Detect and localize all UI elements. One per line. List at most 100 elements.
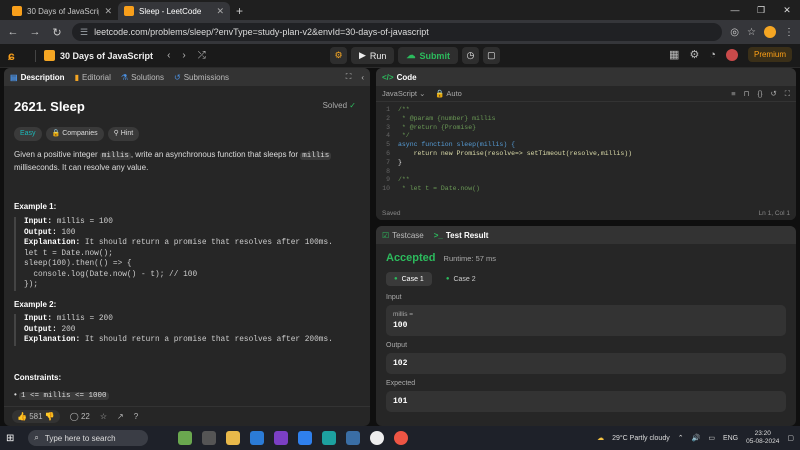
store-icon[interactable] <box>250 431 265 445</box>
submit-label: Submit <box>419 50 450 61</box>
file-explorer-icon[interactable] <box>226 431 241 445</box>
edge-icon[interactable] <box>322 431 337 445</box>
lightbulb-icon: ⚲ <box>113 129 119 137</box>
browser-tab-active[interactable]: Sleep - LeetCode ✕ <box>118 2 230 20</box>
chrome-icon[interactable] <box>394 431 409 445</box>
back-icon[interactable]: ← <box>6 26 20 38</box>
divider <box>35 49 36 62</box>
tab-description[interactable]: ▤ Description <box>10 73 65 82</box>
leetcode-logo-icon[interactable]: ɕ <box>8 49 21 63</box>
hint-tag[interactable]: ⚲ Hint <box>107 126 140 141</box>
tray-chevron-icon[interactable]: ⌃ <box>678 434 684 442</box>
weather-icon[interactable]: ☁ <box>597 434 604 442</box>
example-output: 200 <box>61 325 76 334</box>
code-text: */ <box>398 132 410 140</box>
reset-icon[interactable]: ↺ <box>770 89 776 99</box>
run-button[interactable]: ▶ Run <box>351 47 395 64</box>
submit-button[interactable]: ☁ Submit <box>398 47 458 64</box>
collapse-icon[interactable]: ‹ <box>361 73 364 82</box>
expand-icon[interactable]: ⛶ <box>346 72 352 82</box>
widget-icon[interactable] <box>178 431 193 445</box>
app-icon[interactable] <box>274 431 289 445</box>
like-button[interactable]: 👍 581 👎 <box>12 410 60 423</box>
auto-mode[interactable]: 🔒 Auto <box>435 89 461 98</box>
language-indicator[interactable]: ENG <box>723 435 738 442</box>
pass-dot-icon: ● <box>394 276 398 282</box>
run-submit-group: ⚙ ▶ Run ☁ Submit ◷ ▢ <box>330 47 500 64</box>
terminal-icon: >_ <box>433 230 443 240</box>
braces-icon[interactable]: {} <box>757 89 762 99</box>
shuffle-icon[interactable]: ⤮ <box>198 50 206 61</box>
premium-button[interactable]: Premium <box>747 47 792 62</box>
layout-icon[interactable]: ▦ <box>669 48 679 61</box>
thumbs-down-icon[interactable]: 👎 <box>45 412 55 421</box>
menu-icon[interactable]: ⋮ <box>784 27 794 38</box>
example-code: let t = Date.now(); sleep(100).then(() =… <box>24 249 198 290</box>
timer-icon[interactable]: ◷ <box>461 47 479 64</box>
problem-title[interactable]: 2621. Sleep <box>14 98 360 117</box>
companies-tag[interactable]: 🔒 Companies <box>45 126 104 141</box>
code-line: 2 * @param {number} millis <box>376 115 796 124</box>
bookmark-icon[interactable]: ⊓ <box>744 89 750 99</box>
site-info-icon[interactable]: ☰ <box>80 27 88 38</box>
language-select[interactable]: JavaScript ⌄ <box>382 89 425 98</box>
minimize-icon[interactable]: — <box>722 0 748 20</box>
tab-submissions[interactable]: ↺ Submissions <box>174 73 229 82</box>
testcase-label: Testcase <box>392 230 424 240</box>
statement-text: , write an asynchronous function that sl… <box>130 149 301 159</box>
extension-icon[interactable] <box>764 26 776 38</box>
study-plan-title[interactable]: 30 Days of JavaScript <box>60 51 153 61</box>
weather-text[interactable]: 29°C Partly cloudy <box>612 435 670 442</box>
example-2-heading: Example 2: <box>14 299 57 309</box>
favorite-star-icon[interactable]: ☆ <box>100 412 107 421</box>
tab-testcase[interactable]: ☑ Testcase <box>382 231 424 240</box>
problem-statement: Given a positive integer millis, write a… <box>14 149 360 173</box>
browser-tab[interactable]: 30 Days of JavaScript - Study Pl ✕ <box>6 2 118 20</box>
result-tabs: ☑ Testcase >_ Test Result <box>376 226 796 244</box>
code-editor[interactable]: 1 /** 2 * @param {number} millis 3 * @ret… <box>376 102 796 198</box>
new-tab-button[interactable]: + <box>236 4 243 18</box>
windows-start-icon[interactable]: ⊞ <box>6 433 14 444</box>
case-2-tab[interactable]: ● Case 2 <box>438 272 484 286</box>
settings-icon[interactable]: ⚙ <box>689 48 699 61</box>
next-problem-icon[interactable]: › <box>182 50 185 61</box>
prev-problem-icon[interactable]: ‹ <box>167 50 170 61</box>
bookmark-star-icon[interactable]: ☆ <box>747 27 756 38</box>
code-tab[interactable]: </> Code <box>382 73 417 82</box>
eye-off-icon[interactable]: ◎ <box>730 27 739 38</box>
forward-icon[interactable]: → <box>28 26 42 38</box>
close-tab-icon[interactable]: ✕ <box>104 6 112 17</box>
format-icon[interactable]: ≡ <box>731 89 735 99</box>
help-icon[interactable]: ? <box>134 412 138 421</box>
case-1-tab[interactable]: ● Case 1 <box>386 272 432 286</box>
tab-editorial[interactable]: ▮ Editorial <box>75 73 111 82</box>
notification-icon[interactable]: ▢ <box>787 434 794 442</box>
tab-test-result[interactable]: >_ Test Result <box>434 231 489 240</box>
snipping-tool-icon[interactable] <box>346 431 361 445</box>
avatar[interactable] <box>725 48 738 61</box>
battery-icon[interactable]: ▭ <box>708 434 715 442</box>
github-icon[interactable] <box>370 431 385 445</box>
share-icon[interactable]: ↗ <box>117 412 124 421</box>
code-text: async function sleep(millis) { <box>398 141 516 149</box>
url-input[interactable]: ☰ leetcode.com/problems/sleep/?envType=s… <box>72 23 723 41</box>
volume-icon[interactable]: 🔊 <box>692 434 701 442</box>
taskbar-search-input[interactable]: ⌕ Type here to search <box>28 430 149 446</box>
line-number: 10 <box>382 185 390 193</box>
reload-icon[interactable]: ↻ <box>50 26 64 39</box>
clock[interactable]: 23:20 05-08-2024 <box>746 430 779 446</box>
close-window-icon[interactable]: ✕ <box>774 0 800 20</box>
maximize-icon[interactable]: ❐ <box>748 0 774 20</box>
tab-solutions[interactable]: ⚗ Solutions <box>121 73 164 82</box>
task-view-icon[interactable] <box>202 431 217 445</box>
result-pane: ☑ Testcase >_ Test Result Accepted Runtime… <box>376 226 796 426</box>
notifications-icon[interactable]: ◔ <box>709 49 716 61</box>
result-body: Accepted Runtime: 57 ms ● Case 1 ● Case 2 … <box>376 244 796 420</box>
notes-icon[interactable]: ▢ <box>482 47 500 64</box>
fullscreen-icon[interactable]: ⛶ <box>785 89 790 99</box>
output-label: Output: <box>24 325 57 334</box>
close-tab-icon[interactable]: ✕ <box>216 6 224 17</box>
debug-icon[interactable]: ⚙ <box>330 47 347 64</box>
comments-button[interactable]: ◯ 22 <box>70 412 90 421</box>
vscode-icon[interactable] <box>298 431 313 445</box>
